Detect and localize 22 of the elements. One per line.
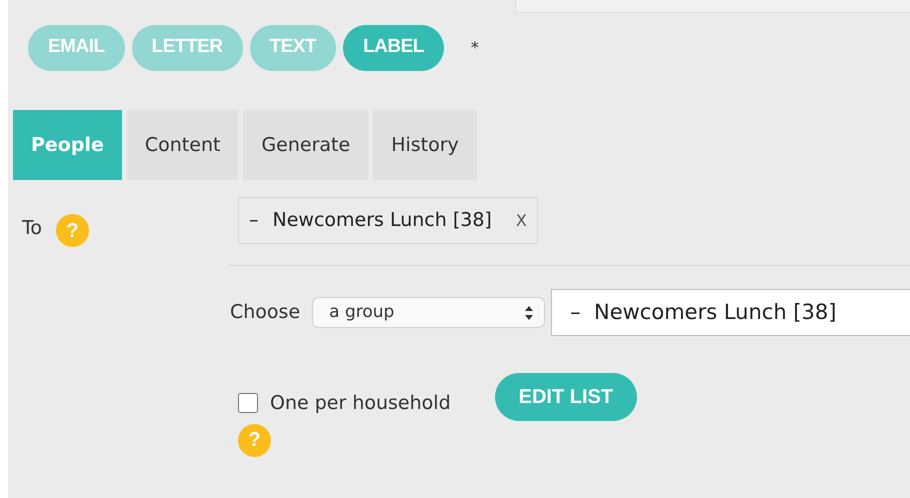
household-checkbox[interactable]: [238, 393, 258, 414]
checkbox-label: One per household: [270, 391, 451, 416]
group-select[interactable]: a group: [312, 297, 546, 328]
field-label: To: [22, 216, 42, 241]
tab[interactable]: Content: [126, 110, 238, 180]
tab[interactable]: People: [13, 110, 122, 180]
tab[interactable]: Generate: [243, 110, 368, 180]
choose-label: Choose: [230, 300, 300, 326]
mode-button[interactable]: LABEL: [343, 24, 444, 70]
mode-button[interactable]: LETTER: [132, 24, 242, 70]
remove-token-button[interactable]: X: [516, 208, 527, 232]
edit-list-button[interactable]: EDIT LIST: [494, 373, 638, 421]
token-dash: –: [249, 208, 258, 234]
help-icon[interactable]: ?: [238, 424, 271, 456]
select-arrows-icon: [524, 304, 534, 320]
tab[interactable]: History: [373, 110, 477, 180]
mode-button[interactable]: EMAIL: [28, 24, 125, 70]
mode-button[interactable]: TEXT: [250, 24, 336, 70]
group-input-field[interactable]: – Newcomers Lunch [38]: [551, 289, 910, 336]
help-icon[interactable]: ?: [56, 214, 90, 247]
token-text: Newcomers Lunch [38]: [272, 208, 492, 234]
required-mark: *: [470, 36, 479, 58]
